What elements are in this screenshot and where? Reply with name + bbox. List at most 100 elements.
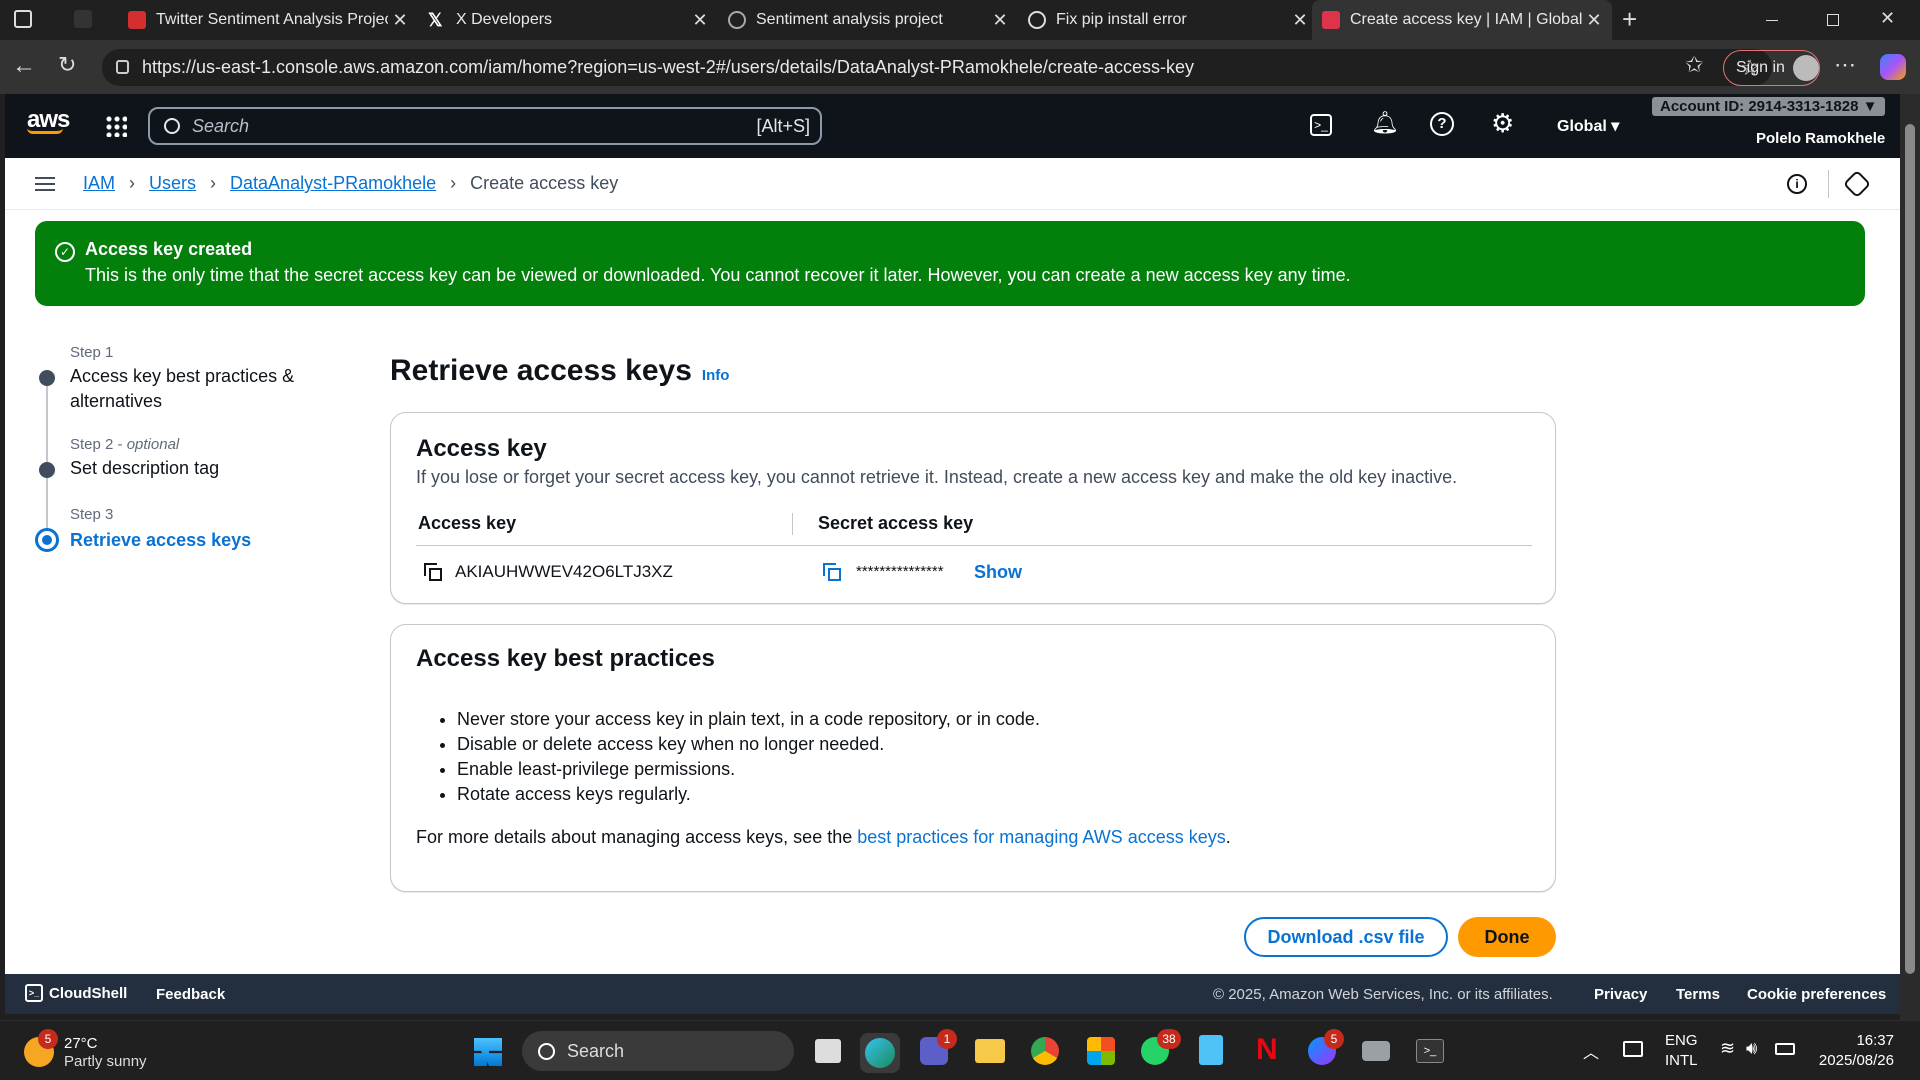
best-practices-link[interactable]: best practices for managing AWS access k…	[857, 827, 1226, 847]
netflix-icon[interactable]: N	[1256, 1035, 1278, 1065]
clock[interactable]: 16:37 2025/08/26	[1816, 1031, 1894, 1071]
breadcrumb: IAM › Users › DataAnalyst-PRamokhele › C…	[5, 158, 1900, 210]
privacy-link[interactable]: Privacy	[1594, 986, 1647, 1003]
chevron-up-icon[interactable]: ︿	[1583, 1039, 1599, 1063]
chatgpt-icon	[1028, 11, 1046, 29]
refresh-icon[interactable]: ↻	[58, 52, 76, 78]
sign-in-button[interactable]: Sign in	[1723, 50, 1820, 86]
search-icon	[538, 1042, 555, 1060]
volume-icon[interactable]: 🔊︎	[1746, 1038, 1757, 1059]
more-details-text: For more details about managing access k…	[416, 827, 1231, 847]
copy-access-key-icon[interactable]	[424, 563, 442, 581]
settings-panel-icon[interactable]	[1842, 169, 1872, 199]
close-icon[interactable]: ✕	[388, 10, 412, 31]
services-grid-icon[interactable]	[105, 115, 127, 137]
column-header-access-key: Access key	[418, 513, 517, 533]
chevron-right-icon: ›	[129, 173, 136, 193]
camera-icon[interactable]	[1362, 1041, 1390, 1061]
list-item: Disable or delete access key when no lon…	[457, 732, 1040, 757]
breadcrumb-user[interactable]: DataAnalyst-PRamokhele	[230, 173, 436, 194]
taskbar-search[interactable]: Search	[522, 1031, 794, 1071]
x-logo-icon: 𝕏	[428, 10, 443, 30]
account-id-badge[interactable]: Account ID: 2914-3313-1828 ▼	[1652, 97, 1886, 116]
tablet-icon[interactable]	[1623, 1041, 1643, 1057]
region-selector[interactable]: Global ▾	[1557, 116, 1619, 136]
access-key-card: Access key If you lose or forget your se…	[390, 412, 1556, 604]
copyright: © 2025, Amazon Web Services, Inc. or its…	[1213, 986, 1553, 1003]
language-indicator[interactable]: ENG INTL	[1665, 1031, 1698, 1071]
show-secret-button[interactable]: Show	[974, 562, 1022, 583]
page-header: Retrieve access keys Info	[390, 354, 729, 388]
column-divider	[792, 513, 793, 535]
page-title: Retrieve access keys	[390, 354, 692, 387]
username[interactable]: Polelo Ramokhele	[1756, 130, 1885, 147]
copilot-icon[interactable]	[1880, 54, 1906, 80]
aws-logo[interactable]: aws	[27, 106, 70, 134]
card-title: Access key best practices	[416, 645, 715, 672]
cloudshell-icon[interactable]: >_	[1310, 114, 1332, 136]
copy-secret-key-icon[interactable]	[823, 563, 841, 581]
cookie-preferences-link[interactable]: Cookie preferences	[1747, 986, 1886, 1003]
feedback-link[interactable]: Feedback	[156, 986, 225, 1003]
page-scrollbar[interactable]	[1900, 94, 1920, 1020]
download-csv-button[interactable]: Download .csv file	[1244, 917, 1448, 957]
list-item: Rotate access keys regularly.	[457, 782, 1040, 807]
settings-gear-icon[interactable]: ⚙	[1491, 108, 1514, 139]
new-tab-icon[interactable]: +	[1622, 4, 1637, 35]
step-dot	[39, 370, 55, 386]
wifi-icon[interactable]: ≋	[1720, 1038, 1735, 1059]
avatar	[1792, 55, 1819, 81]
tab-sentiment-project[interactable]: Sentiment analysis project ✕	[718, 0, 1018, 40]
windows-start-icon[interactable]	[474, 1038, 502, 1066]
file-explorer-icon[interactable]	[975, 1039, 1005, 1063]
close-icon[interactable]: ✕	[988, 10, 1012, 31]
minimize-icon[interactable]	[1766, 20, 1778, 21]
terminal-icon[interactable]: >_	[1416, 1039, 1444, 1063]
check-circle-icon: ✓	[55, 242, 75, 262]
favorites-icon[interactable]: ✩	[1685, 52, 1703, 78]
weather-widget[interactable]: 5 27°C Partly sunny	[24, 1029, 164, 1073]
help-icon[interactable]: ?	[1430, 112, 1454, 136]
list-item: Never store your access key in plain tex…	[457, 707, 1040, 732]
tab-x-developers[interactable]: 𝕏 X Developers ✕	[418, 0, 718, 40]
column-header-secret: Secret access key	[818, 513, 974, 533]
close-window-icon[interactable]: ✕	[1880, 8, 1895, 29]
aws-footer: >_ CloudShell Feedback © 2025, Amazon We…	[5, 974, 1900, 1014]
iam-icon	[1322, 11, 1340, 29]
aws-favicon-tab[interactable]	[74, 10, 92, 28]
terms-link[interactable]: Terms	[1676, 986, 1720, 1003]
notifications-bell-icon[interactable]: 🔔︎	[1371, 110, 1399, 136]
info-panel-icon[interactable]: i	[1787, 174, 1807, 194]
close-icon[interactable]: ✕	[688, 10, 712, 31]
menu-hamburger-icon[interactable]	[35, 176, 55, 191]
edge-icon[interactable]	[860, 1033, 900, 1073]
close-icon[interactable]: ✕	[1288, 10, 1312, 31]
tab-actions-icon[interactable]	[14, 10, 32, 28]
tab-fix-pip[interactable]: Fix pip install error ✕	[1018, 0, 1318, 40]
close-icon[interactable]: ✕	[1582, 10, 1606, 31]
back-icon[interactable]: ←	[12, 52, 36, 80]
scroll-thumb[interactable]	[1905, 124, 1915, 974]
task-view-icon[interactable]	[815, 1039, 841, 1063]
chrome-icon[interactable]	[1031, 1037, 1059, 1065]
best-practices-card: Access key best practices Never store yo…	[390, 624, 1556, 892]
windows-taskbar: 5 27°C Partly sunny Search 1 38 N 5 >_ ︿…	[0, 1020, 1920, 1080]
tab-create-access-key[interactable]: Create access key | IAM | Global ✕	[1312, 0, 1612, 40]
tab-twitter-sentiment[interactable]: Twitter Sentiment Analysis Project ✕	[118, 0, 418, 40]
battery-icon[interactable]	[1775, 1043, 1795, 1055]
cloudshell-button[interactable]: >_ CloudShell	[25, 984, 127, 1002]
url-field[interactable]: https://us-east-1.console.aws.amazon.com…	[102, 49, 1772, 86]
aws-search-input[interactable]: Search [Alt+S]	[148, 107, 822, 145]
info-link[interactable]: Info	[702, 367, 730, 384]
done-button[interactable]: Done	[1458, 917, 1556, 957]
flash-message: This is the only time that the secret ac…	[85, 265, 1351, 285]
restore-icon[interactable]	[1827, 14, 1839, 26]
notepad-icon[interactable]	[1199, 1035, 1223, 1065]
screen: Twitter Sentiment Analysis Project ✕ 𝕏 X…	[0, 0, 1920, 1080]
breadcrumb-users[interactable]: Users	[149, 173, 196, 194]
store-icon[interactable]	[1087, 1037, 1115, 1065]
success-flash: ✓ Access key created This is the only ti…	[35, 221, 1865, 306]
breadcrumb-iam[interactable]: IAM	[83, 173, 115, 194]
more-icon[interactable]: ⋯	[1834, 52, 1856, 78]
search-icon	[164, 118, 180, 134]
